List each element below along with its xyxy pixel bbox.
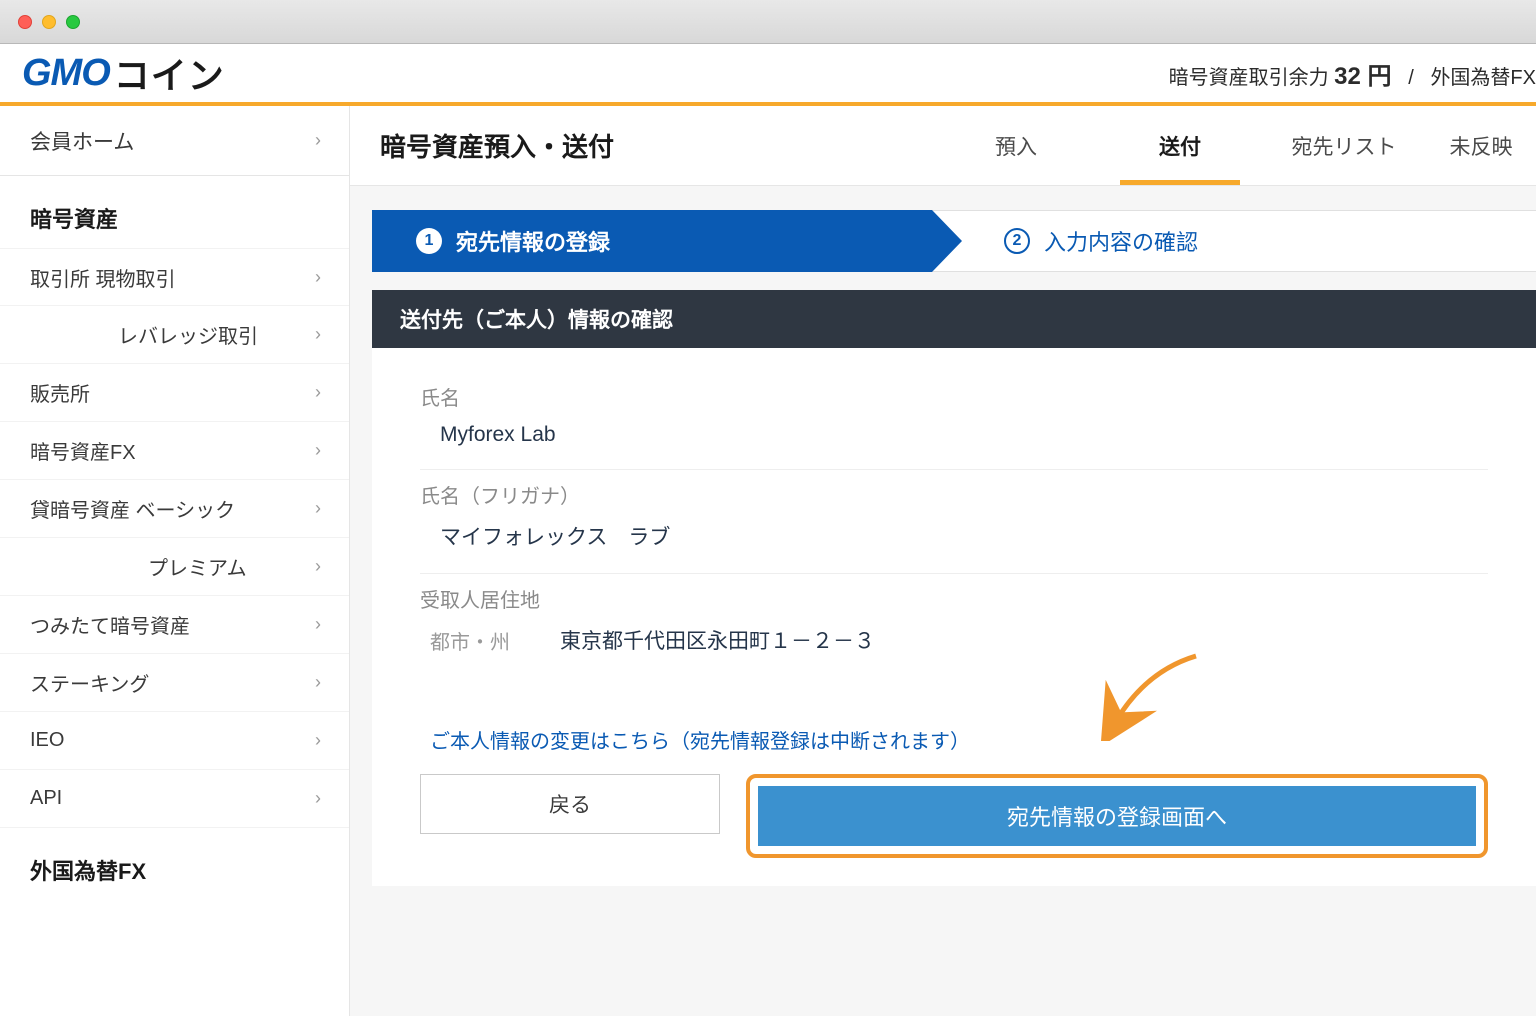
chevron-right-icon: ›: [315, 440, 321, 461]
tabs: 預入 送付 宛先リスト 未反映: [934, 106, 1536, 185]
chevron-right-icon: ›: [315, 498, 321, 519]
sidebar-item-home[interactable]: 会員ホーム ›: [0, 106, 349, 176]
field-residence: 受取人居住地 都市・州 東京都千代田区永田町１－２－３: [420, 574, 1488, 677]
balance-value: 32 円: [1334, 63, 1391, 90]
tab-label: 送付: [1159, 131, 1201, 161]
sidebar-item-lend-basic[interactable]: 貸暗号資産 ベーシック ›: [0, 480, 349, 538]
sidebar-item-label: ステーキング: [30, 668, 149, 697]
chevron-right-icon: ›: [315, 130, 321, 151]
chevron-right-icon: ›: [315, 382, 321, 403]
main-content: 暗号資産預入・送付 預入 送付 宛先リスト 未反映 1 宛先情報の登録 2 入力…: [350, 106, 1536, 1016]
proceed-button[interactable]: 宛先情報の登録画面へ: [758, 786, 1476, 846]
form-panel: 氏名 Myforex Lab 氏名（フリガナ） マイフォレックス ラブ 受取人居…: [372, 348, 1536, 681]
sidebar-item-label: 販売所: [30, 378, 90, 407]
chevron-right-icon: ›: [315, 556, 321, 577]
balance-label: 暗号資産取引余力: [1169, 67, 1329, 89]
sidebar-item-exchange-spot[interactable]: 取引所 現物取引 ›: [0, 248, 349, 306]
sidebar-item-label: レバレッジ取引: [118, 320, 258, 349]
sidebar-item-tsumitate[interactable]: つみたて暗号資産 ›: [0, 596, 349, 654]
field-label: 氏名（フリガナ）: [420, 480, 1488, 509]
sidebar-section-fx: 外国為替FX: [0, 828, 349, 900]
section-header: 送付先（ご本人）情報の確認: [372, 290, 1536, 348]
header-balance: 暗号資産取引余力 32 円 / 外国為替FX: [1169, 56, 1536, 91]
sidebar-item-premium[interactable]: プレミアム ›: [0, 538, 349, 596]
tab-label: 宛先リスト: [1292, 131, 1397, 161]
step-2: 2 入力内容の確認: [932, 210, 1536, 272]
logo: GMOコイン: [22, 47, 225, 99]
sidebar-item-label: API: [30, 787, 62, 810]
field-name: 氏名 Myforex Lab: [420, 372, 1488, 470]
stepper: 1 宛先情報の登録 2 入力内容の確認: [372, 210, 1536, 272]
sidebar-item-staking[interactable]: ステーキング ›: [0, 654, 349, 712]
sidebar-item-label: プレミアム: [148, 552, 247, 581]
field-value: 東京都千代田区永田町１－２－３: [560, 625, 875, 655]
sidebar: 会員ホーム › 暗号資産 取引所 現物取引 › レバレッジ取引 › 販売所 › 暗号資…: [0, 106, 350, 1016]
page-title: 暗号資産預入・送付: [380, 127, 614, 164]
step-label: 入力内容の確認: [1044, 225, 1198, 257]
tab-address-list[interactable]: 宛先リスト: [1262, 106, 1426, 185]
sidebar-section-crypto: 暗号資産: [0, 176, 349, 248]
chevron-right-icon: ›: [315, 324, 321, 345]
sidebar-item-label: 貸暗号資産 ベーシック: [30, 494, 235, 523]
chevron-right-icon: ›: [315, 614, 321, 635]
tab-label: 未反映: [1450, 131, 1513, 161]
maximize-window-button[interactable]: [66, 15, 80, 29]
chevron-right-icon: ›: [315, 267, 321, 288]
field-kana: 氏名（フリガナ） マイフォレックス ラブ: [420, 470, 1488, 574]
change-info-link[interactable]: ご本人情報の変更はこちら（宛先情報登録は中断されます）: [420, 725, 1488, 754]
sidebar-item-label: 暗号資産FX: [30, 436, 136, 465]
step-number-icon: 2: [1004, 228, 1030, 254]
separator: /: [1408, 67, 1414, 89]
field-value: マイフォレックス ラブ: [420, 521, 1488, 551]
back-button[interactable]: 戻る: [420, 774, 720, 834]
app-header: GMOコイン 暗号資産取引余力 32 円 / 外国為替FX: [0, 44, 1536, 106]
sidebar-item-api[interactable]: API ›: [0, 770, 349, 828]
close-window-button[interactable]: [18, 15, 32, 29]
window-titlebar: [0, 0, 1536, 44]
chevron-right-icon: ›: [315, 730, 321, 751]
chevron-right-icon: ›: [315, 672, 321, 693]
sidebar-item-leverage[interactable]: レバレッジ取引 ›: [0, 306, 349, 364]
sidebar-item-label: つみたて暗号資産: [30, 610, 190, 639]
footer-actions: ご本人情報の変更はこちら（宛先情報登録は中断されます） 戻る 宛先情報の登録画面…: [372, 681, 1536, 886]
sidebar-item-crypto-fx[interactable]: 暗号資産FX ›: [0, 422, 349, 480]
field-label: 氏名: [420, 382, 1488, 411]
tab-send[interactable]: 送付: [1098, 106, 1262, 185]
tab-deposit[interactable]: 預入: [934, 106, 1098, 185]
step-label: 宛先情報の登録: [456, 225, 610, 257]
sidebar-item-label: 会員ホーム: [30, 126, 134, 156]
main-header: 暗号資産預入・送付 預入 送付 宛先リスト 未反映: [350, 106, 1536, 186]
fx-label: 外国為替FX: [1430, 67, 1536, 89]
sidebar-item-label: IEO: [30, 729, 64, 752]
sidebar-item-sales[interactable]: 販売所 ›: [0, 364, 349, 422]
step-number-icon: 1: [416, 228, 442, 254]
chevron-right-icon: ›: [315, 788, 321, 809]
field-label: 受取人居住地: [420, 584, 1488, 613]
sidebar-item-label: 取引所 現物取引: [30, 263, 176, 292]
minimize-window-button[interactable]: [42, 15, 56, 29]
tab-pending[interactable]: 未反映: [1426, 106, 1536, 185]
tab-label: 預入: [995, 131, 1037, 161]
residence-sublabel: 都市・州: [430, 626, 560, 655]
highlight-box: 宛先情報の登録画面へ: [746, 774, 1488, 858]
step-1-active: 1 宛先情報の登録: [372, 210, 932, 272]
field-value: Myforex Lab: [420, 423, 1488, 447]
sidebar-item-ieo[interactable]: IEO ›: [0, 712, 349, 770]
